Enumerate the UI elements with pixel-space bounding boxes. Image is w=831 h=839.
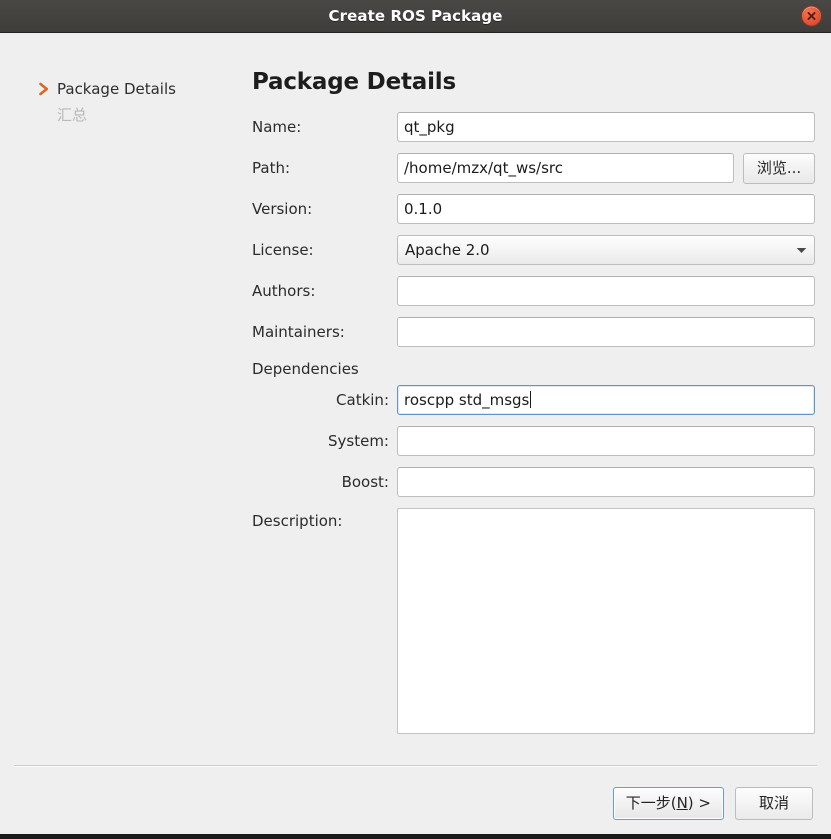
form-row-system: System: — [252, 426, 815, 456]
path-input[interactable] — [397, 153, 734, 183]
form-row-maintainers: Maintainers: — [252, 317, 815, 347]
license-selected-value: Apache 2.0 — [405, 240, 490, 259]
authors-label: Authors: — [252, 281, 316, 300]
sidebar-item-label: 汇总 — [57, 105, 88, 124]
form-row-path: Path: 浏览... — [252, 152, 815, 184]
license-label: License: — [252, 240, 314, 259]
create-ros-package-dialog: Create ROS Package Package Details 汇总 Pa… — [0, 0, 831, 839]
version-input[interactable] — [397, 194, 815, 224]
path-label: Path: — [252, 158, 291, 177]
text-cursor — [530, 391, 532, 408]
footer-buttons: 下一步(N) > 取消 — [0, 767, 831, 839]
form-row-authors: Authors: — [252, 276, 815, 306]
maintainers-label: Maintainers: — [252, 322, 345, 341]
window-title: Create ROS Package — [328, 7, 503, 25]
maintainers-input[interactable] — [397, 317, 815, 347]
boost-label: Boost: — [341, 472, 389, 491]
package-details-form: Name: Path: 浏览... Version: — [252, 112, 815, 734]
sidebar-item-summary: 汇总 — [0, 102, 238, 128]
dependencies-section-label: Dependencies — [252, 360, 359, 378]
sidebar-item-package-details[interactable]: Package Details — [0, 76, 238, 102]
cancel-button[interactable]: 取消 — [735, 786, 813, 820]
dialog-body: Package Details 汇总 Package Details Name:… — [0, 33, 831, 766]
sidebar-item-label: Package Details — [57, 79, 176, 98]
form-row-name: Name: — [252, 112, 815, 142]
form-row-catkin: Catkin: roscpp std_msgs — [252, 385, 815, 415]
catkin-input-value: roscpp std_msgs — [404, 391, 530, 409]
browse-button[interactable]: 浏览... — [743, 152, 815, 184]
authors-input[interactable] — [397, 276, 815, 306]
titlebar: Create ROS Package — [0, 0, 831, 33]
name-label: Name: — [252, 117, 302, 136]
catkin-label: Catkin: — [336, 390, 389, 409]
path-field-group: 浏览... — [397, 152, 815, 184]
wizard-steps-sidebar: Package Details 汇总 — [0, 33, 238, 766]
next-button-accelerator: N — [676, 793, 688, 812]
chevron-down-icon — [788, 247, 814, 254]
version-label: Version: — [252, 199, 313, 218]
screen-edge-strip — [0, 834, 831, 839]
form-row-boost: Boost: — [252, 467, 815, 497]
form-row-version: Version: — [252, 194, 815, 224]
next-button-suffix: ) > — [687, 793, 711, 812]
page-title: Package Details — [252, 69, 456, 95]
boost-input[interactable] — [397, 467, 815, 497]
description-label: Description: — [252, 512, 343, 530]
system-label: System: — [328, 431, 389, 450]
description-textarea[interactable] — [397, 508, 815, 734]
form-row-description: Description: — [252, 508, 815, 734]
form-row-license: License: Apache 2.0 — [252, 235, 815, 265]
next-button[interactable]: 下一步(N) > — [612, 786, 724, 820]
catkin-input[interactable]: roscpp std_msgs — [397, 385, 815, 415]
package-details-pane: Package Details Name: Path: 浏览... — [238, 33, 831, 766]
system-input[interactable] — [397, 426, 815, 456]
next-button-prefix: 下一步( — [625, 793, 677, 812]
name-input[interactable] — [397, 112, 815, 142]
chevron-right-icon — [37, 82, 51, 96]
close-icon[interactable] — [801, 5, 822, 27]
license-select[interactable]: Apache 2.0 — [397, 235, 815, 265]
